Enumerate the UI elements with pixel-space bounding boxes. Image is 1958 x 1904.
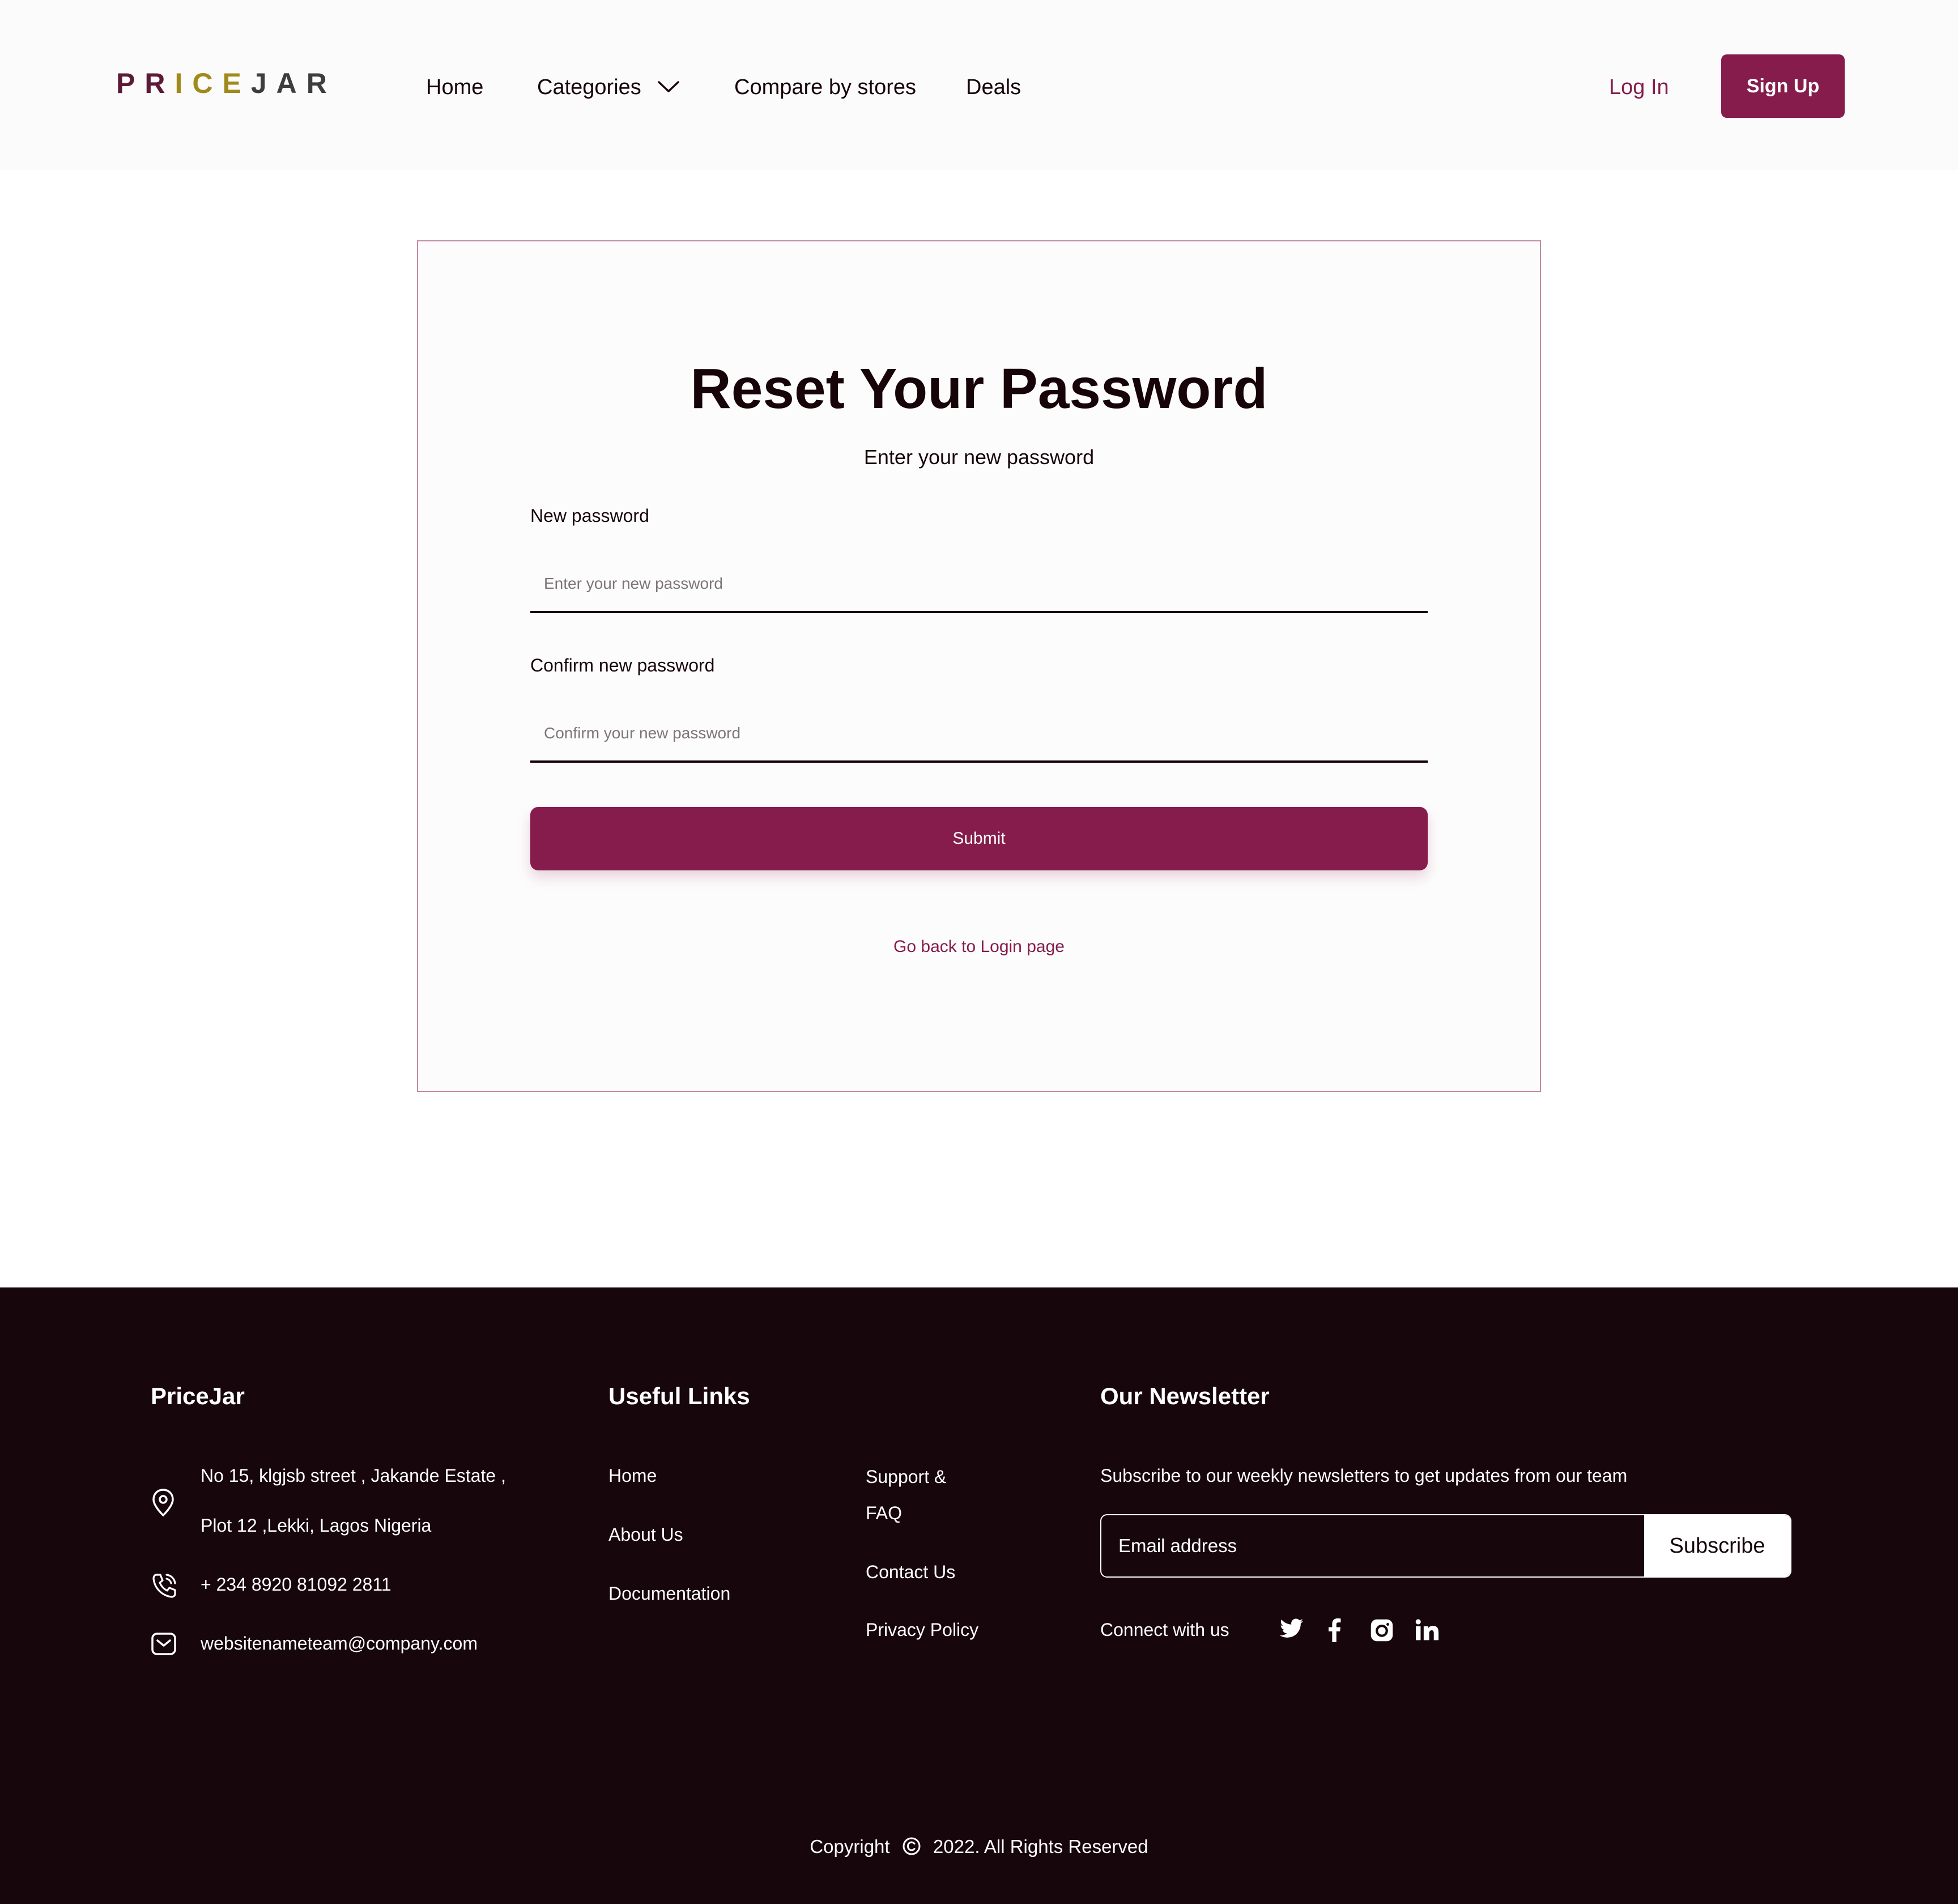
page-subtitle: Enter your new password: [863, 445, 1095, 469]
confirm-password-label: Confirm new password: [530, 655, 715, 675]
address-line-2: Plot 12 ,Lekki, Lagos Nigeria: [201, 1515, 432, 1536]
new-password-input[interactable]: [530, 556, 1428, 613]
connect-label: Connect with us: [1100, 1620, 1229, 1640]
phone-number: + 234 8920 81092 2811: [201, 1574, 391, 1595]
site-header: PRICEJAR Home Categories Compare by stor…: [0, 0, 1958, 170]
facebook-icon[interactable]: [1326, 1618, 1343, 1642]
submit-button[interactable]: Submit: [530, 807, 1428, 870]
nav-categories-label: Categories: [537, 75, 641, 99]
newsletter-email-input[interactable]: [1101, 1515, 1644, 1576]
nav-deals-link[interactable]: Deals: [966, 71, 1021, 103]
footer-link-contact[interactable]: Contact Us: [866, 1562, 955, 1583]
useful-links-heading: Useful Links: [608, 1383, 750, 1409]
copyright-icon: [903, 1837, 921, 1855]
logo-letter: J: [250, 67, 276, 99]
back-to-login-link[interactable]: Go back to Login page: [418, 937, 1540, 957]
email-address: websitenameteam@company.com: [201, 1633, 478, 1654]
location-icon: [152, 1489, 174, 1517]
confirm-password-input[interactable]: [530, 706, 1428, 763]
twitter-icon[interactable]: [1279, 1618, 1304, 1641]
logo-letter: R: [306, 67, 337, 99]
logo-letter: I: [174, 67, 193, 99]
copyright-notice: Copyright 2022. All Rights Reserved: [0, 1836, 1958, 1858]
footer-brand: PriceJar: [151, 1383, 245, 1409]
signup-button[interactable]: Sign Up: [1721, 54, 1845, 118]
chevron-down-icon: [658, 81, 680, 92]
new-password-label: New password: [530, 505, 649, 526]
phone-icon: [152, 1574, 176, 1598]
footer-link-home[interactable]: Home: [608, 1465, 657, 1486]
page-title: Reset Your Password: [690, 357, 1268, 420]
instagram-icon[interactable]: [1370, 1618, 1394, 1642]
linkedin-icon[interactable]: [1415, 1618, 1439, 1641]
pricejar-logo[interactable]: PRICEJAR: [116, 67, 337, 100]
footer-link-privacy[interactable]: Privacy Policy: [866, 1620, 978, 1640]
reset-password-card: Reset Your Password Enter your new passw…: [417, 240, 1541, 1092]
nav-compare-link[interactable]: Compare by stores: [734, 71, 916, 103]
subscribe-button[interactable]: Subscribe: [1644, 1515, 1790, 1576]
footer-link-about[interactable]: About Us: [608, 1524, 683, 1545]
newsletter-description: Subscribe to our weekly newsletters to g…: [1100, 1465, 1628, 1486]
address-line-1: No 15, klgjsb street , Jakande Estate ,: [201, 1465, 506, 1486]
nav-home-link[interactable]: Home: [426, 71, 483, 103]
logo-letter: R: [144, 67, 175, 99]
login-link[interactable]: Log In: [1609, 71, 1669, 103]
nav-categories-dropdown[interactable]: Categories: [537, 71, 680, 103]
copyright-suffix: 2022. All Rights Reserved: [933, 1836, 1148, 1857]
logo-letter: C: [192, 67, 223, 99]
newsletter-heading: Our Newsletter: [1100, 1383, 1270, 1409]
site-footer: PriceJar Useful Links Our Newsletter No …: [0, 1287, 1958, 1904]
newsletter-form: Subscribe: [1100, 1514, 1791, 1578]
footer-link-support[interactable]: Support & FAQ: [866, 1459, 979, 1531]
logo-letter: E: [222, 67, 251, 99]
footer-link-documentation[interactable]: Documentation: [608, 1583, 730, 1604]
mail-icon: [151, 1633, 176, 1655]
logo-letter: P: [116, 67, 145, 99]
logo-letter: A: [276, 67, 307, 99]
copyright-prefix: Copyright: [810, 1836, 890, 1857]
